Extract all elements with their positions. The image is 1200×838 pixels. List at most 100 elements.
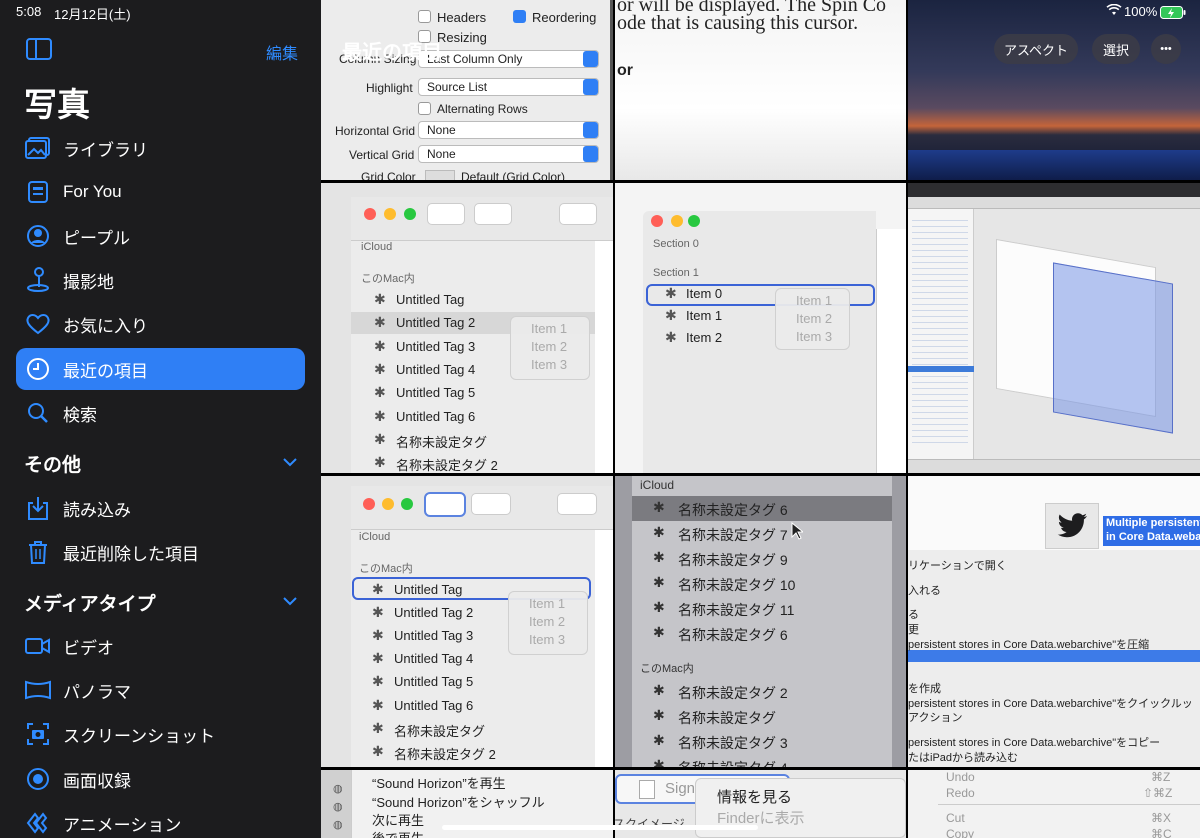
sidebar-item-label: ライブラリ (63, 140, 148, 160)
gear-icon: ✱ (653, 524, 665, 540)
more-button[interactable]: ••• (1151, 34, 1181, 64)
photo-thumbnail[interactable]: Section 0 Section 1 ✱ Item 0 ✱ Item 1 ✱ … (615, 183, 906, 473)
sidebar-item-label: 撮影地 (63, 272, 114, 292)
gear-icon: ✱ (372, 627, 384, 644)
photo-thumbnail[interactable]: or will be displayed. The Spin Co ode th… (615, 0, 906, 180)
sidebar-item-import[interactable]: 読み込み (16, 487, 305, 529)
map-pin-icon (24, 266, 52, 294)
tag-row: 名称未設定タグ 3 (678, 735, 788, 751)
sidebar-item-screen-recordings[interactable]: 画面収録 (16, 758, 305, 800)
menu-item-icon: ◍ (333, 783, 343, 795)
tag-row: Untitled Tag 2 (396, 315, 476, 331)
gear-icon: ✱ (372, 719, 384, 736)
section-other-heading[interactable]: その他 (24, 450, 81, 477)
tag-row: Untitled Tag 2 (394, 605, 474, 621)
gear-icon: ✱ (665, 285, 677, 301)
sidebar-item-recents[interactable]: 最近の項目 (16, 348, 305, 390)
sidebar-item-screenshots[interactable]: スクリーンショット (16, 713, 305, 755)
screen-record-icon (24, 765, 52, 793)
gear-icon: ✱ (372, 604, 384, 621)
sidebar-item-recently-deleted[interactable]: 最近削除した項目 (16, 531, 305, 573)
source-list-header: iCloud (359, 531, 391, 543)
menu-item: “Sound Horizon”を再生 (372, 776, 506, 791)
menu-item: “Sound Horizon”をシャッフル (372, 795, 545, 810)
horizontal-grid-value: None (427, 123, 456, 137)
highlight-label: Highlight (366, 81, 413, 95)
outline-row: Item 1 (686, 308, 723, 323)
context-menu-item: る (908, 609, 919, 621)
menu-item: Item 3 (529, 632, 566, 647)
select-button[interactable]: 選択 (1092, 34, 1140, 64)
shortcut-label: ⌘X (1151, 811, 1172, 825)
sidebar-item-label: For You (63, 182, 122, 201)
search-icon (24, 399, 52, 427)
photo-thumbnail[interactable]: Multiple persistent in Core Data.weba リケ… (908, 476, 1200, 767)
document-text-line: ode that is causing this cursor. (617, 12, 859, 34)
sidebar-item-search[interactable]: 検索 (16, 392, 305, 434)
sidebar-item-video[interactable]: ビデオ (16, 625, 305, 667)
menu-item: Item 1 (796, 293, 833, 308)
sidebar-item-animations[interactable]: アニメーション (16, 802, 305, 838)
gear-icon: ✱ (653, 599, 665, 615)
source-list-header: iCloud (640, 478, 675, 492)
gear-icon: ✱ (374, 384, 386, 401)
photo-thumbnail[interactable]: iCloud ✱ 名称未設定タグ 6 ✱ 名称未設定タグ 7 ✱ 名称未設定タグ 9 ✱ 名称… (615, 476, 906, 767)
photo-thumbnail[interactable]: iCloud このMac内 ✱ Untitled Tag ✱ Untitled Tag… (321, 183, 613, 473)
gear-icon: ✱ (374, 314, 386, 331)
gear-icon: ✱ (653, 499, 665, 515)
menu-item-get-info: 情報を見る (717, 789, 793, 806)
sidebar-item-label: ビデオ (63, 638, 114, 658)
sidebar-title: 写真 (24, 86, 90, 123)
gear-icon: ✱ (372, 650, 384, 667)
source-list-header: このMac内 (361, 273, 415, 285)
edit-button[interactable]: 編集 (266, 40, 298, 64)
sidebar-item-label: 最近削除した項目 (63, 544, 199, 564)
gear-icon: ✱ (374, 291, 386, 307)
grid-color-label: Grid Color (361, 170, 416, 180)
tag-row: Untitled Tag 4 (394, 651, 474, 667)
tag-row: 名称未設定タグ 2 (678, 685, 788, 701)
section-media-heading[interactable]: メディアタイプ (24, 589, 156, 616)
menu-item: Item 2 (796, 311, 833, 326)
photo-thumbnail[interactable]: Headers Reordering Resizing Column Sizin… (321, 0, 613, 180)
gear-icon: ✱ (372, 696, 384, 713)
video-icon (24, 632, 52, 660)
gear-icon: ✱ (653, 732, 665, 748)
sidebar-item-library[interactable]: ライブラリ (16, 127, 305, 169)
sidebar-item-panorama[interactable]: パノラマ (16, 669, 305, 711)
sidebar-toggle-icon[interactable] (26, 38, 52, 60)
file-name-label: Sign (665, 780, 696, 797)
photo-thumbnail[interactable]: Undo ⌘Z Redo ⇧⌘Z Cut ⌘X Copy ⌘C (908, 770, 1200, 838)
chevron-down-icon[interactable] (282, 454, 298, 470)
sidebar-item-favorites[interactable]: お気に入り (16, 303, 305, 345)
gear-icon: ✱ (374, 407, 386, 424)
battery-charging-icon (1160, 6, 1186, 22)
sidebar-item-people[interactable]: ピープル (16, 215, 305, 257)
tag-row: Untitled Tag 5 (396, 385, 476, 401)
sidebar: 5:08 12月12日(土) 編集 写真 ライブラリ For You ピープル … (0, 0, 321, 838)
photo-thumbnail[interactable] (908, 183, 1200, 473)
aspect-button[interactable]: アスペクト (994, 34, 1078, 64)
sidebar-item-for-you[interactable]: For You (16, 171, 305, 213)
horizontal-grid-label: Horizontal Grid (335, 124, 416, 138)
tag-row: Untitled Tag (396, 292, 465, 307)
file-name-label: in Core Data.weba (1106, 531, 1200, 543)
photo-thumbnail[interactable]: iCloud このMac内 ✱ Untitled Tag ✱ Untitled Tag… (321, 476, 613, 767)
menu-item-copy: Copy (946, 827, 975, 838)
sidebar-item-label: 検索 (63, 405, 97, 425)
section-header: Section 1 (653, 267, 699, 279)
sidebar-item-label: パノラマ (63, 682, 131, 702)
tag-row: 名称未設定タグ (394, 723, 486, 739)
tag-row: 名称未設定タグ 2 (396, 458, 498, 473)
sidebar-item-label: 最近の項目 (63, 361, 148, 381)
tag-row: 名称未設定タグ 10 (678, 577, 796, 593)
photo-thumbnail[interactable] (908, 0, 1200, 180)
menu-item: Item 3 (796, 329, 833, 344)
battery-percent: 100% (1124, 4, 1158, 19)
gear-icon: ✱ (653, 549, 665, 565)
gear-icon: ✱ (372, 673, 384, 690)
context-menu: Item 1 Item 2 Item 3 (775, 288, 850, 350)
sidebar-item-places[interactable]: 撮影地 (16, 259, 305, 301)
chevron-down-icon[interactable] (282, 593, 298, 609)
tag-row: 名称未設定タグ 7 (678, 527, 788, 543)
